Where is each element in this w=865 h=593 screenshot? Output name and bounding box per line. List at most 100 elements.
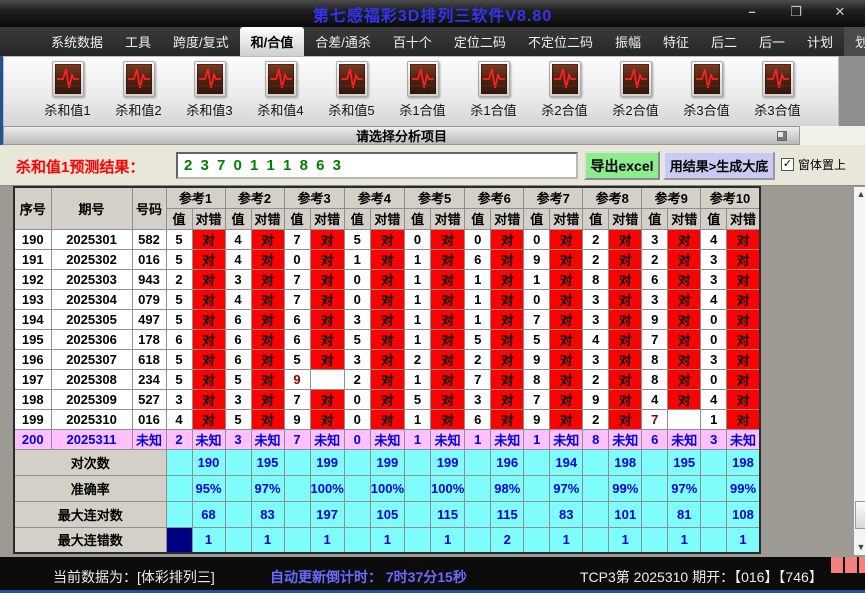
cell-ref-value[interactable]: 5 xyxy=(224,408,252,430)
summary-blank-cell[interactable] xyxy=(641,448,669,476)
summary-blank-cell[interactable] xyxy=(700,526,728,554)
summary-value-cell[interactable]: 1 xyxy=(549,526,584,554)
cell-ref-result[interactable]: 对 xyxy=(608,268,643,290)
cell-ref-result[interactable]: 对 xyxy=(191,288,226,310)
summary-value-cell[interactable]: 105 xyxy=(369,500,406,528)
summary-blank-cell[interactable] xyxy=(224,500,252,528)
summary-value-cell[interactable]: 115 xyxy=(490,500,525,528)
cell-ref-result[interactable]: 对 xyxy=(250,348,285,370)
cell-ref-value[interactable]: 2 xyxy=(464,348,492,370)
cell-ref-value[interactable]: 5 xyxy=(404,388,431,410)
cell-ref-value[interactable]: 3 xyxy=(700,348,728,370)
summary-value-cell[interactable]: 99% xyxy=(726,474,761,502)
menu-item-3[interactable]: 跨度/复式 xyxy=(162,27,240,56)
cell-ref-result[interactable]: 对 xyxy=(490,328,525,350)
cell-ref-result[interactable]: 对 xyxy=(726,228,761,250)
scrollbar-thumb[interactable] xyxy=(855,501,865,529)
cell-number[interactable]: 178 xyxy=(131,328,167,350)
cell-seq[interactable]: 195 xyxy=(13,328,52,350)
cell-ref-result[interactable]: 对 xyxy=(369,388,406,410)
summary-value-cell[interactable]: 97% xyxy=(667,474,702,502)
cell-ref-value[interactable]: 9 xyxy=(523,348,551,370)
cell-ref-value[interactable]: 9 xyxy=(641,308,669,330)
maximize-icon[interactable]: ❐ xyxy=(785,4,807,20)
cell-ref-result[interactable]: 对 xyxy=(369,268,406,290)
summary-blank-cell[interactable] xyxy=(700,474,728,502)
menu-item-8[interactable]: 不定位二码 xyxy=(517,27,604,56)
cell-number[interactable]: 527 xyxy=(131,388,167,410)
cell-ref-result[interactable]: 对 xyxy=(250,228,285,250)
cell-ref-value[interactable]: 3 xyxy=(700,428,728,450)
generate-dadi-button[interactable]: 用结果>生成大底 xyxy=(663,151,775,180)
menu-item-12[interactable]: 后一 xyxy=(748,27,796,56)
summary-blank-cell[interactable] xyxy=(283,474,311,502)
cell-number[interactable]: 618 xyxy=(131,348,167,370)
cell-ref-value[interactable]: 0 xyxy=(283,248,311,270)
cell-ref-result[interactable]: 对 xyxy=(490,368,525,390)
cell-seq[interactable]: 197 xyxy=(13,368,52,390)
cell-ref-value[interactable]: 2 xyxy=(165,428,193,450)
summary-blank-cell[interactable] xyxy=(641,526,669,554)
summary-blank-cell[interactable] xyxy=(343,526,371,554)
cell-number[interactable]: 234 xyxy=(131,368,167,390)
cell-ref-result[interactable]: 对 xyxy=(667,248,702,270)
cell-ref-result[interactable]: 未知 xyxy=(250,428,285,450)
cell-ref-result[interactable]: 对 xyxy=(667,348,702,370)
cell-ref-result[interactable]: 对 xyxy=(667,308,702,330)
menu-item-14[interactable]: 划2 xyxy=(844,27,865,56)
cell-ref-result[interactable]: 未知 xyxy=(429,428,466,450)
summary-value-cell[interactable]: 68 xyxy=(191,500,226,528)
summary-value-cell[interactable]: 100% xyxy=(309,474,345,502)
cell-ref-result[interactable]: 对 xyxy=(250,248,285,270)
cell-period[interactable]: 2025309 xyxy=(50,388,133,410)
cell-ref-result[interactable]: 对 xyxy=(429,388,466,410)
scroll-up-icon[interactable]: ▲ xyxy=(854,189,865,199)
cell-ref-value[interactable]: 1 xyxy=(404,408,431,430)
cell-ref-value[interactable]: 0 xyxy=(700,328,728,350)
summary-blank-cell[interactable] xyxy=(464,500,492,528)
summary-blank-cell[interactable] xyxy=(165,526,193,554)
summary-blank-cell[interactable] xyxy=(641,500,669,528)
cell-ref-value[interactable]: 3 xyxy=(343,308,371,330)
cell-period[interactable]: 2025303 xyxy=(50,268,133,290)
cell-seq[interactable]: 192 xyxy=(13,268,52,290)
cell-ref-result[interactable]: 对 xyxy=(608,328,643,350)
cell-period[interactable]: 2025311 xyxy=(50,428,133,450)
summary-blank-cell[interactable] xyxy=(283,500,311,528)
export-excel-button[interactable]: 导出excel xyxy=(584,151,660,180)
cell-seq[interactable]: 196 xyxy=(13,348,52,370)
cell-ref-result[interactable]: 对 xyxy=(490,308,525,330)
cell-ref-result[interactable]: 对 xyxy=(250,408,285,430)
minimize-icon[interactable]: – xyxy=(741,4,763,20)
cell-period[interactable]: 2025305 xyxy=(50,308,133,330)
summary-blank-cell[interactable] xyxy=(165,474,193,502)
cell-ref-result[interactable]: 对 xyxy=(667,288,702,310)
cell-ref-value[interactable]: 0 xyxy=(523,288,551,310)
cell-ref-value[interactable]: 7 xyxy=(523,308,551,330)
cell-ref-value[interactable]: 7 xyxy=(283,428,311,450)
menu-item-9[interactable]: 振幅 xyxy=(604,27,652,56)
toolbar-button-7[interactable]: 杀1合值 xyxy=(458,61,529,126)
cell-ref-result[interactable]: 对 xyxy=(726,348,761,370)
cell-ref-value[interactable]: 8 xyxy=(641,368,669,390)
summary-blank-cell[interactable] xyxy=(464,474,492,502)
cell-ref-value[interactable]: 2 xyxy=(582,408,610,430)
toolbar-button-4[interactable]: 杀和值4 xyxy=(245,61,316,126)
summary-value-cell[interactable]: 81 xyxy=(667,500,702,528)
cell-ref-value[interactable]: 4 xyxy=(224,228,252,250)
menu-item-2[interactable]: 工具 xyxy=(114,27,162,56)
cell-ref-result[interactable]: 未知 xyxy=(549,428,584,450)
summary-blank-cell[interactable] xyxy=(224,474,252,502)
summary-value-cell[interactable]: 194 xyxy=(549,448,584,476)
cell-ref-result[interactable]: 对 xyxy=(250,388,285,410)
summary-value-cell[interactable]: 198 xyxy=(608,448,643,476)
toolbar-button-10[interactable]: 杀3合值 xyxy=(671,61,742,126)
summary-blank-cell[interactable] xyxy=(165,448,193,476)
cell-ref-result[interactable] xyxy=(309,368,345,390)
cell-ref-value[interactable]: 1 xyxy=(404,328,431,350)
summary-value-cell[interactable]: 195 xyxy=(667,448,702,476)
cell-ref-value[interactable]: 9 xyxy=(283,408,311,430)
cell-ref-value[interactable]: 5 xyxy=(343,328,371,350)
cell-ref-value[interactable]: 1 xyxy=(404,248,431,270)
cell-ref-result[interactable]: 对 xyxy=(667,228,702,250)
